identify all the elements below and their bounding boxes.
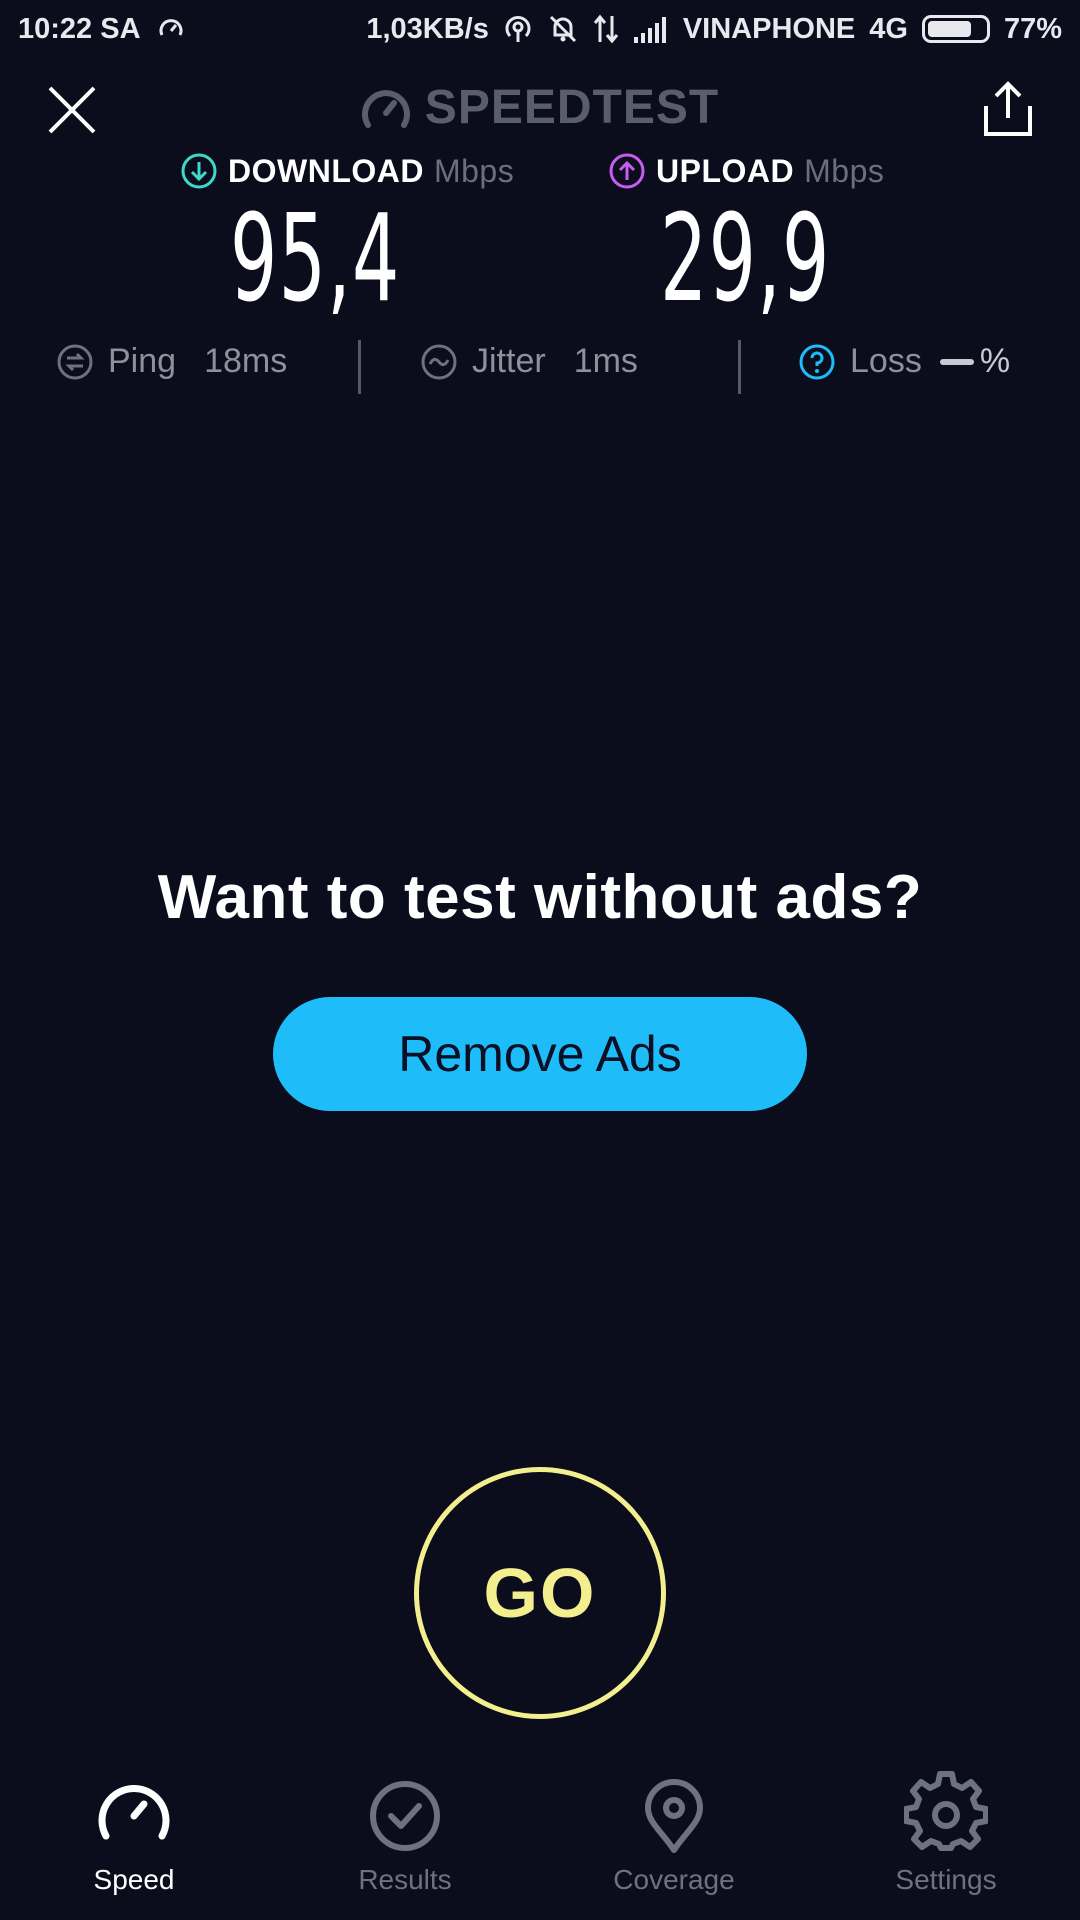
app-title: SPEEDTEST [0,80,1080,135]
hotspot-icon [503,14,533,44]
app-title-text: SPEEDTEST [424,81,720,134]
loss-dash [939,358,974,365]
jitter-icon [421,344,457,379]
download-value: 95,4 [230,190,401,329]
upload-header: UPLOAD Mbps [608,152,884,190]
bottom-nav: Speed Results Coverage Settings [0,1760,1080,1920]
nav-label: Speed [93,1864,175,1895]
upload-label: UPLOAD [656,152,795,189]
nav-label: Results [358,1864,452,1895]
check-circle-icon [370,1781,440,1851]
jitter-value: 1ms [573,342,638,380]
download-label: DOWNLOAD [228,152,424,189]
ping-icon [57,344,93,379]
jitter-label: Jitter [472,342,546,380]
status-time: 10:22 SA [18,12,141,45]
loss-stat[interactable]: Loss % [798,342,1010,381]
loss-value: % [979,342,1011,380]
battery-level [927,21,972,37]
go-button[interactable]: GO [414,1467,666,1719]
network-type: 4G [869,12,908,45]
nav-speed[interactable]: Speed [24,1760,244,1920]
ping-stat: Ping 18ms [56,342,287,381]
gear-icon [904,1771,988,1851]
net-speed: 1,03KB/s [366,12,489,45]
remove-ads-button[interactable]: Remove Ads [273,997,807,1111]
nav-label: Settings [895,1864,997,1895]
ping-label: Ping [108,342,177,380]
download-header: DOWNLOAD Mbps [180,152,514,190]
signal-icon [633,15,669,43]
ping-value: 18ms [204,342,288,380]
promo-title: Want to test without ads? [157,863,923,932]
speedometer-logo-icon [361,89,410,128]
share-button[interactable] [980,80,1036,140]
status-bar: 10:22 SA 1,03KB/s VINAPHONE 4G 77% [0,0,1080,58]
mute-bell-icon [547,13,579,45]
help-icon[interactable] [798,343,836,381]
stat-divider [358,340,361,394]
nav-settings[interactable]: Settings [836,1760,1056,1920]
nav-label: Coverage [613,1864,735,1895]
upload-value: 29,9 [660,190,831,329]
upload-arrow-icon [609,153,645,189]
download-unit: Mbps [433,152,515,189]
upload-unit: Mbps [804,152,885,189]
go-label: GO [483,1554,597,1632]
stat-divider [738,340,741,394]
map-pin-icon [645,1779,703,1853]
battery-percent: 77% [1003,12,1062,45]
speedometer-icon [98,1785,170,1840]
nav-coverage[interactable]: Coverage [564,1760,784,1920]
loss-label: Loss [850,342,922,380]
jitter-stat: Jitter 1ms [420,342,638,381]
nav-results[interactable]: Results [295,1760,515,1920]
speedtest-status-icon [157,15,185,43]
share-icon [984,81,1032,136]
battery-icon [921,15,990,43]
download-arrow-icon [181,153,217,189]
carrier-name: VINAPHONE [682,12,856,45]
data-transfer-icon [593,14,619,44]
